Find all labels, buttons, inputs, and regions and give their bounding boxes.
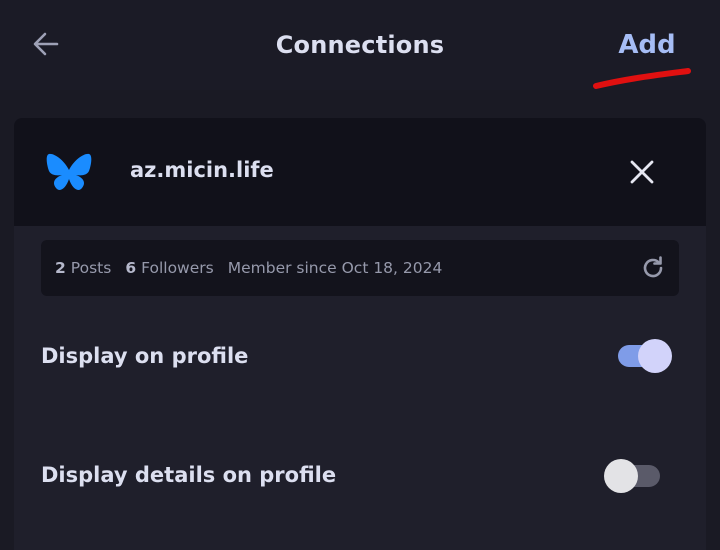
display-on-profile-label: Display on profile: [41, 344, 249, 368]
refresh-button[interactable]: [639, 254, 667, 282]
connection-card: az.micin.life 2 Posts 6 Followers Member…: [14, 118, 706, 550]
arrow-left-icon: [33, 32, 59, 56]
stats-bar: 2 Posts 6 Followers Member since Oct 18,…: [41, 240, 679, 296]
remove-connection-button[interactable]: [622, 152, 662, 192]
display-details-label: Display details on profile: [41, 463, 337, 487]
followers-count: 6: [125, 259, 137, 277]
close-icon: [630, 160, 654, 184]
display-details-toggle[interactable]: [600, 456, 666, 496]
posts-label: Posts: [70, 259, 112, 277]
stats-text: 2 Posts 6 Followers Member since Oct 18,…: [55, 240, 442, 296]
add-button[interactable]: Add: [612, 26, 682, 64]
followers-label: Followers: [141, 259, 214, 277]
refresh-icon: [643, 256, 663, 278]
member-since: Member since Oct 18, 2024: [227, 259, 443, 277]
connection-card-header: az.micin.life: [14, 118, 706, 226]
posts-count: 2: [55, 259, 66, 277]
account-handle: az.micin.life: [130, 158, 274, 182]
toggle-knob: [604, 459, 638, 493]
back-button[interactable]: [26, 24, 66, 64]
display-on-profile-toggle[interactable]: [610, 336, 676, 376]
toggle-knob: [638, 339, 672, 373]
butterfly-icon: [46, 153, 92, 190]
